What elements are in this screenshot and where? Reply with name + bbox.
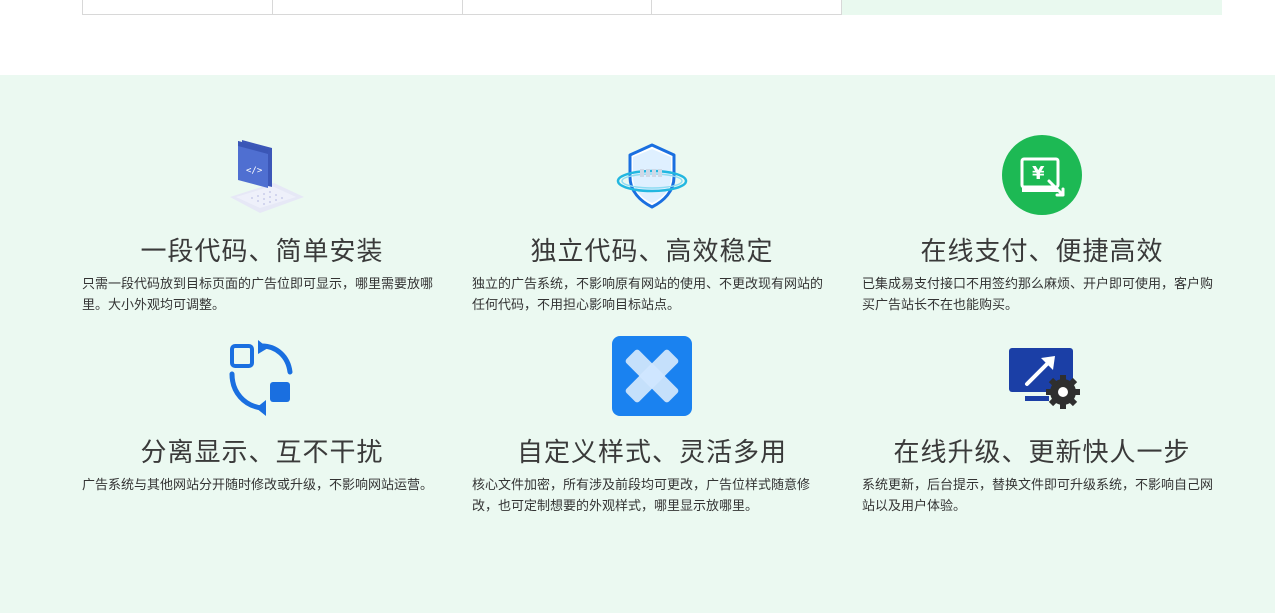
- table-cell: [83, 0, 273, 14]
- feature-title: 分离显示、互不干扰: [140, 438, 384, 468]
- feature-description: 已集成易支付接口不用签约那么麻烦、开户即可使用，客户购买广告站长不在也能购买。: [862, 277, 1214, 313]
- feature-title: 一段代码、简单安装: [140, 237, 384, 267]
- green-panel-edge: [842, 0, 1222, 15]
- bandage-cross-icon: [612, 336, 702, 426]
- table-cell: [463, 0, 653, 14]
- shield-icon: [607, 135, 697, 225]
- feature-title: 自定义样式、灵活多用: [516, 438, 787, 468]
- feature-title: 在线支付、便捷高效: [920, 237, 1164, 267]
- table-cell: [273, 0, 463, 14]
- code-window-icon: </>: [222, 135, 312, 225]
- feature-description: 系统更新，后台提示，替换文件即可升级系统，不影响自己网站以及用户体验。: [862, 478, 1214, 514]
- table-bottom-row: [82, 0, 842, 15]
- features-section: </> 一段代码、简单安装 只需一段代码放到目标页面的广告位即可显示，哪里需要放…: [0, 75, 1275, 613]
- feature-description: 广告系统与其他网站分开随时修改或升级，不影响网站运营。: [82, 478, 434, 493]
- feature-description: 核心文件加密，所有涉及前段均可更改，广告位样式随意修改，也可定制想要的外观样式，…: [472, 478, 811, 514]
- svg-text:</>: </>: [246, 166, 263, 176]
- feature-description: 独立的广告系统，不影响原有网站的使用、不更改现有网站的任何代码，不用担心影响目标…: [472, 277, 824, 313]
- feature-description: 只需一段代码放到目标页面的广告位即可显示，哪里需要放哪里。大小外观均可调整。: [82, 277, 434, 313]
- svg-text:¥: ¥: [1032, 163, 1045, 184]
- feature-title: 在线升级、更新快人一步: [893, 438, 1191, 468]
- table-cell: [652, 0, 842, 14]
- feature-title: 独立代码、高效稳定: [530, 237, 774, 267]
- yuan-payment-icon: ¥: [997, 135, 1087, 225]
- sync-arrows-icon: [218, 336, 308, 426]
- monitor-upgrade-gear-icon: [1009, 346, 1099, 436]
